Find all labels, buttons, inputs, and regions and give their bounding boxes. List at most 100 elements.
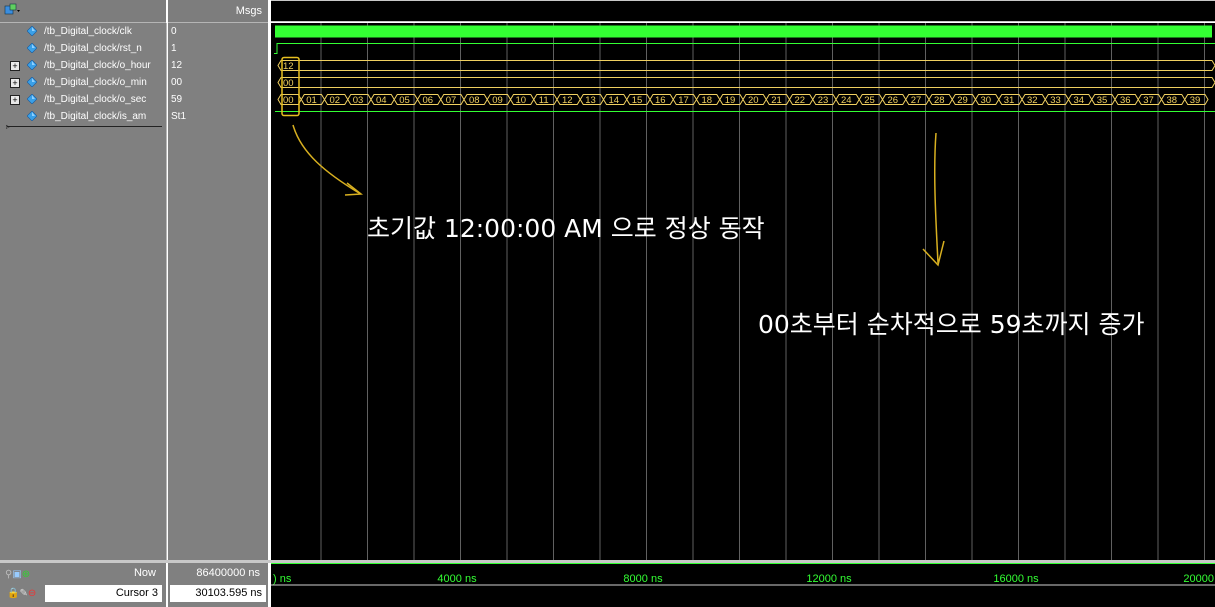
sec-bus-value: 27	[911, 95, 922, 106]
sec-bus-value: 01	[306, 95, 317, 106]
sec-bus-value: 36	[1120, 95, 1131, 106]
monitor-icon[interactable]: ▣	[12, 569, 21, 580]
arrow-vertical-head	[922, 240, 945, 267]
annotation-initial-value: 초기값 12:00:00 AM 으로 정상 동작	[367, 214, 765, 243]
sec-bus-value: 19	[725, 95, 736, 106]
sec-bus-value: 22	[795, 95, 806, 106]
status-names: ⚲▣⊕ Now 🔒✎⊖ Cursor 3	[0, 563, 166, 607]
wave-header	[271, 0, 1215, 22]
hour-bus-segment	[277, 60, 1215, 71]
signal-row[interactable]: /tb_Digital_clock/rst_n	[0, 40, 166, 57]
signal-diamond-icon	[27, 43, 37, 53]
signal-diamond-icon	[27, 111, 37, 121]
now-icons[interactable]: ⚲▣⊕	[5, 569, 30, 580]
expand-icon[interactable]: +	[10, 61, 20, 71]
min-bus-value: 00	[283, 78, 294, 89]
timeline-ruler-canvas[interactable]: ) ns 4000 ns 8000 ns 12000 ns 16000 ns 20000	[271, 563, 1215, 607]
delete-cursor-icon[interactable]: ⊖	[28, 588, 36, 599]
now-label: Now	[133, 567, 156, 579]
signal-diamond-icon	[27, 77, 37, 87]
sec-bus-value: 05	[399, 95, 410, 106]
waveform-pane[interactable]: 12 00 00 01 02 03 04 05 06 07 08 09 10 11 12 13 14 15 16 17…	[271, 23, 1215, 560]
signal-name: /tb_Digital_clock/clk	[44, 26, 132, 37]
timeline-ruler[interactable]: ) ns 4000 ns 8000 ns 12000 ns 16000 ns 20000	[271, 563, 1215, 607]
signal-diamond-icon	[27, 26, 37, 36]
sec-bus-value: 15	[632, 95, 643, 106]
wave-toolbar-icon[interactable]	[4, 3, 20, 17]
hour-bus-value: 12	[283, 61, 294, 72]
status-values: 86400000 ns 30103.595 ns	[168, 563, 268, 607]
signal-row[interactable]: + /tb_Digital_clock/o_hour	[0, 57, 166, 74]
sec-bus-value: 16	[655, 95, 666, 106]
sec-bus-value: 34	[1074, 95, 1085, 106]
lock-icon[interactable]: 🔒	[7, 588, 19, 599]
sec-bus-value: 20	[748, 95, 759, 106]
ruler-tick-label: 8000 ns	[623, 573, 663, 585]
arrow-vertical	[933, 132, 939, 264]
signal-name: /tb_Digital_clock/rst_n	[44, 43, 142, 54]
signal-value: 1	[171, 43, 177, 54]
min-bus-segment	[277, 77, 1215, 88]
signal-name: /tb_Digital_clock/is_am	[44, 111, 147, 122]
sec-bus-value: 33	[1050, 95, 1061, 106]
cursor-value: 30103.595 ns	[170, 585, 266, 602]
sec-bus-value: 03	[353, 95, 364, 106]
signal-value: 59	[171, 94, 183, 105]
waveform-canvas[interactable]: 12 00 00 01 02 03 04 05 06 07 08 09 10 11 12 13 14 15 16 17…	[271, 23, 1215, 560]
clk-wave	[275, 25, 1212, 38]
sec-bus-value: 23	[818, 95, 829, 106]
sec-bus-value: 39	[1190, 95, 1201, 106]
expand-icon[interactable]: +	[10, 78, 20, 88]
signal-row[interactable]: + /tb_Digital_clock/o_min	[0, 74, 166, 91]
msgs-label: Msgs	[235, 5, 262, 17]
signal-names-header	[0, 0, 166, 23]
sec-bus-value: 21	[771, 95, 782, 106]
insert-marker: ▹	[6, 122, 11, 131]
arrow-curve	[292, 124, 360, 194]
sec-bus-value: 37	[1143, 95, 1154, 106]
now-value: 86400000 ns	[196, 567, 260, 579]
sec-bus-value: 11	[539, 95, 549, 106]
sec-bus-value: 38	[1167, 95, 1178, 106]
annotation-seconds-increment: 00초부터 순차적으로 59초까지 증가	[758, 310, 1145, 339]
sec-bus-value: 12	[562, 95, 573, 106]
sec-bus-value: 31	[1004, 95, 1015, 106]
signal-value: 00	[171, 77, 183, 88]
sec-bus-value: 10	[516, 95, 527, 106]
sec-bus-value: 24	[841, 95, 852, 106]
sec-bus-value: 04	[376, 95, 387, 106]
signal-name: /tb_Digital_clock/o_sec	[44, 94, 147, 105]
expand-icon[interactable]: +	[10, 95, 20, 105]
signal-value: 12	[171, 60, 183, 71]
sec-bus-value: 09	[492, 95, 503, 106]
signal-diamond-icon	[27, 60, 37, 70]
cursor-icons[interactable]: 🔒✎⊖	[7, 588, 36, 599]
signal-value: 0	[171, 26, 177, 37]
sec-bus-value: 25	[864, 95, 875, 106]
sec-bus-value: 13	[585, 95, 596, 106]
sec-bus-value: 08	[469, 95, 480, 106]
sec-bus-value: 29	[957, 95, 968, 106]
signal-name: /tb_Digital_clock/o_hour	[44, 60, 151, 71]
selection-underline	[7, 126, 162, 127]
sec-bus-value: 28	[934, 95, 945, 106]
ruler-tick-label: 12000 ns	[806, 573, 852, 585]
ruler-tick-label: 20000	[1183, 573, 1214, 585]
signal-row[interactable]: + /tb_Digital_clock/o_sec	[0, 91, 166, 108]
sec-bus-value: 06	[423, 95, 434, 106]
sec-bus-value: 35	[1097, 95, 1108, 106]
signal-name: /tb_Digital_clock/o_min	[44, 77, 147, 88]
signal-row[interactable]: /tb_Digital_clock/clk	[0, 23, 166, 40]
signal-values-pane	[168, 23, 268, 560]
signal-row[interactable]: /tb_Digital_clock/is_am	[0, 108, 166, 125]
cursor-label[interactable]: Cursor 3	[45, 585, 162, 602]
sec-bus-value: 17	[678, 95, 689, 106]
sec-bus-value: 02	[330, 95, 341, 106]
pencil-icon[interactable]: ✎	[19, 588, 27, 599]
sec-bus-value: 26	[888, 95, 899, 106]
ruler-tick-label: ) ns	[273, 573, 292, 585]
add-cursor-icon[interactable]: ⊕	[22, 569, 30, 580]
sec-bus-value: 32	[1027, 95, 1038, 106]
values-header: Msgs	[168, 0, 268, 23]
signal-diamond-icon	[27, 94, 37, 104]
